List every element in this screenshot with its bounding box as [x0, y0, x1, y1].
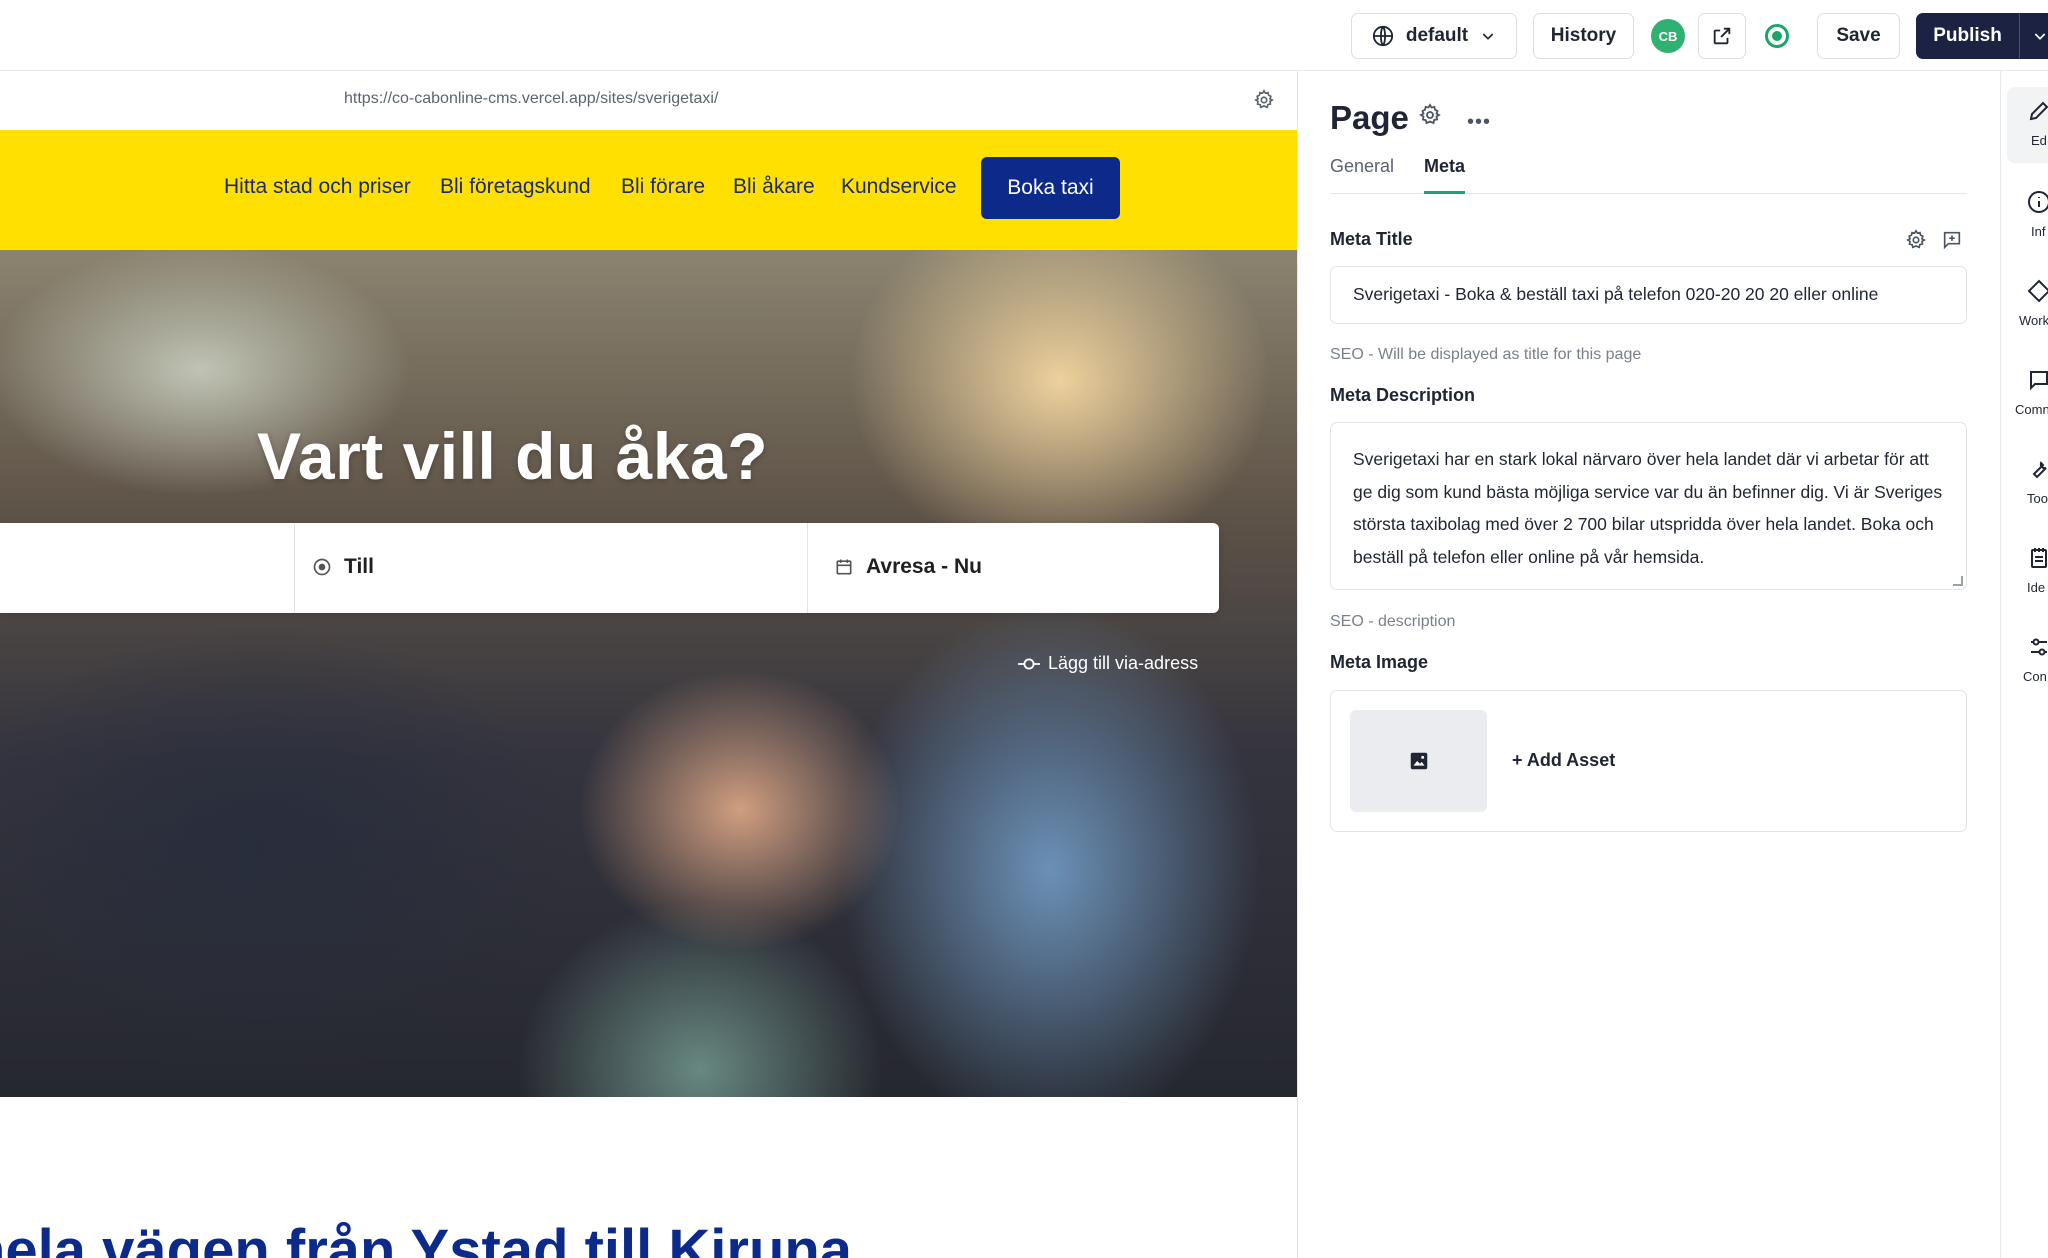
publish-button[interactable]: Publish [1916, 13, 2048, 59]
add-comment-icon[interactable] [1941, 229, 1963, 251]
rail-tools[interactable]: Too [2001, 445, 2048, 521]
meta-description-textarea[interactable]: Sverigetaxi har en stark lokal närvaro ö… [1330, 422, 1967, 590]
rail-workflow[interactable]: Work [2001, 267, 2048, 343]
globe-icon [1372, 25, 1393, 47]
gear-icon[interactable] [1905, 229, 1927, 251]
publish-label: Publish [1933, 25, 2002, 46]
gear-icon[interactable] [1253, 89, 1275, 111]
chevron-down-icon [1482, 33, 1494, 40]
image-placeholder[interactable] [1350, 710, 1487, 812]
nav-link-operator[interactable]: Bli åkare [733, 175, 815, 199]
target-icon [313, 558, 331, 576]
tab-meta[interactable]: Meta [1424, 156, 1466, 194]
save-button[interactable]: Save [1817, 13, 1900, 59]
calendar-icon [836, 559, 852, 575]
field-actions [1905, 229, 1963, 251]
rail-label: Too [2027, 491, 2048, 506]
external-link-icon [1713, 27, 1731, 45]
rail-label: Ide [2027, 580, 2046, 595]
meta-title-value: Sverigetaxi - Boka & beställ taxi på tel… [1353, 284, 1879, 304]
chevron-down-icon[interactable] [2032, 28, 2048, 44]
rail-label: Comn [2015, 402, 2048, 417]
book-taxi-button[interactable]: Boka taxi [981, 157, 1120, 219]
nav-link-business[interactable]: Bli företagskund [440, 175, 591, 199]
wrench-icon [2032, 461, 2047, 479]
site-nav: Hitta stad och priser Bli företagskund B… [0, 130, 1297, 250]
more-icon[interactable]: ••• [1467, 111, 1491, 134]
side-rail: Ed Inf Work Comn Too Ide Con [2000, 71, 2048, 1258]
publish-divider [2019, 13, 2020, 59]
info-icon [2028, 191, 2048, 213]
waypoint-icon [1018, 658, 1040, 669]
notepad-icon [2031, 548, 2047, 568]
add-asset-button[interactable]: + Add Asset [1512, 750, 1615, 771]
meta-title-input[interactable]: Sverigetaxi - Boka & beställ taxi på tel… [1330, 266, 1967, 324]
comment-icon [2030, 371, 2048, 391]
page-settings-panel: Page ••• General Meta Meta Title Sverige… [1299, 71, 2000, 1258]
rail-label: Con [2023, 669, 2047, 684]
departure-label: Avresa - Nu [866, 555, 982, 578]
hero-image: Vart vill du åka? Till Avresa - Nu Lägg … [0, 250, 1297, 1097]
top-toolbar: default History CB Save Publish [0, 0, 2048, 71]
page-preview: https://co-cabonline-cms.vercel.app/site… [0, 71, 1298, 1258]
meta-image-field: + Add Asset [1330, 690, 1967, 832]
tab-general[interactable]: General [1330, 156, 1394, 194]
content-section: hela vägen från Ystad till Kiruna [0, 1097, 1297, 1258]
hero-title: Vart vill du åka? [257, 419, 769, 493]
meta-description-value: Sverigetaxi har en stark lokal närvaro ö… [1353, 449, 1943, 567]
preview-url: https://co-cabonline-cms.vercel.app/site… [344, 90, 719, 107]
nav-link-cities[interactable]: Hitta stad och priser [224, 175, 411, 199]
rail-label: Inf [2031, 224, 2046, 239]
meta-title-hint: SEO - Will be displayed as title for thi… [1330, 346, 1642, 363]
nav-link-driver[interactable]: Bli förare [621, 175, 705, 199]
image-icon [1410, 752, 1427, 770]
rail-label: Work [2019, 313, 2048, 328]
rail-label: Ed [2031, 133, 2047, 148]
section-heading: hela vägen från Ystad till Kiruna [0, 1218, 853, 1258]
meta-description-hint: SEO - description [1330, 613, 1456, 630]
departure-field[interactable]: Avresa - Nu [834, 555, 982, 579]
avatar[interactable]: CB [1651, 19, 1685, 53]
divider [294, 523, 295, 613]
rail-connections[interactable]: Con [2001, 623, 2048, 699]
to-field[interactable]: Till [312, 555, 374, 579]
history-button[interactable]: History [1533, 13, 1634, 59]
to-label: Till [344, 555, 374, 578]
open-external-button[interactable] [1698, 13, 1746, 59]
rail-ideas[interactable]: Ide [2001, 534, 2048, 610]
preview-url-bar: https://co-cabonline-cms.vercel.app/site… [0, 71, 1297, 130]
locale-label: default [1405, 25, 1469, 46]
rail-info[interactable]: Inf [2001, 178, 2048, 254]
panel-tabs: General Meta [1330, 156, 1967, 194]
gear-icon[interactable] [1418, 103, 1442, 127]
rail-edit[interactable]: Ed [2007, 87, 2048, 163]
meta-title-label: Meta Title [1330, 229, 1413, 249]
panel-title: Page [1330, 99, 1409, 136]
pencil-icon [2029, 101, 2048, 121]
add-via-address-link[interactable]: Lägg till via-adress [1018, 653, 1198, 674]
nav-link-support[interactable]: Kundservice [841, 175, 957, 199]
resize-handle[interactable] [1953, 576, 1963, 586]
meta-image-label: Meta Image [1330, 652, 1429, 672]
via-label: Lägg till via-adress [1048, 653, 1199, 673]
diamond-icon [2027, 279, 2048, 303]
live-preview-icon[interactable] [1765, 24, 1789, 48]
divider [807, 523, 808, 613]
rail-comments[interactable]: Comn [2001, 356, 2048, 432]
locale-selector[interactable]: default [1351, 13, 1517, 59]
booking-form: Till Avresa - Nu [0, 523, 1219, 613]
sliders-icon [2031, 638, 2047, 656]
meta-description-label: Meta Description [1330, 385, 1476, 405]
